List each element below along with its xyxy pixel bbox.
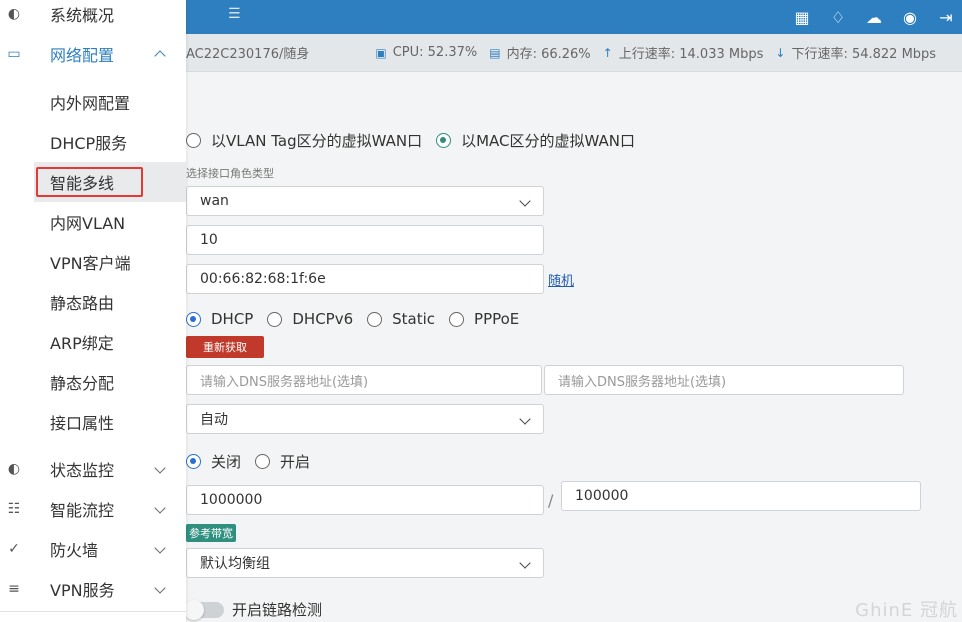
radio-dhcp[interactable]: [186, 311, 201, 327]
reference-bandwidth-button[interactable]: 参考带宽: [186, 524, 236, 542]
upload-stat: ↑ 上行速率: 14.033 Mbps: [602, 45, 764, 63]
dns1-input[interactable]: 请输入DNS服务器地址(选填): [186, 365, 542, 395]
highlight-box: [36, 167, 143, 197]
chevron-down-icon[interactable]: [154, 542, 166, 554]
chevron-up-icon[interactable]: [154, 50, 166, 62]
switch-on-option[interactable]: 开启: [255, 451, 310, 472]
sidebar-sub-item[interactable]: VPN客户端: [34, 242, 186, 282]
role-label: 选择接口角色类型: [186, 167, 274, 180]
link-detect-toggle[interactable]: 开启链路检测: [184, 599, 323, 620]
sidebar-sub-item[interactable]: 接口属性: [34, 402, 186, 442]
mem-stat: ▤ 内存: 66.26%: [489, 45, 591, 63]
header-icons: ▦ ♢ ☁ ◉ ⇥: [794, 0, 954, 34]
sidebar-sub-item[interactable]: 内网VLAN: [34, 202, 186, 242]
sliders-icon: ☷: [7, 501, 21, 517]
sidebar-item-overview[interactable]: ◐ 系统概况: [0, 0, 186, 34]
dns2-input[interactable]: 请输入DNS服务器地址(选填): [544, 365, 904, 395]
random-mac-link[interactable]: 随机: [548, 270, 574, 289]
sidebar-divider: [0, 611, 186, 612]
renew-button[interactable]: 重新获取: [186, 336, 264, 358]
cpu-stat: ▣ CPU: 52.37%: [375, 45, 478, 60]
sidebar-sub-item[interactable]: ARP绑定: [34, 322, 186, 362]
role-select[interactable]: wan: [186, 186, 544, 216]
radio-dhcpv6[interactable]: [267, 311, 283, 327]
download-stat: ↓ 下行速率: 54.822 Mbps: [775, 45, 937, 63]
sidebar: ◐ 系统概况 ▭ 网络配置 内外网配置 DHCP服务 智能多线 内网VLAN V…: [0, 0, 186, 622]
logout-icon[interactable]: ⇥: [938, 8, 954, 27]
link-detect-label: 开启链路检测: [232, 601, 323, 619]
device-id: AC22C230176/随身: [186, 47, 310, 62]
sidebar-item-vpn[interactable]: ≡ VPN服务: [0, 569, 186, 609]
switch-off-option[interactable]: 关闭: [186, 451, 241, 472]
proto-dhcp[interactable]: DHCP: [186, 310, 253, 328]
sidebar-sub-item[interactable]: 静态分配: [34, 362, 186, 402]
chevron-down-icon[interactable]: [154, 462, 166, 474]
globe-icon[interactable]: ◉: [902, 8, 918, 27]
sidebar-sub-item[interactable]: 内外网配置: [34, 82, 186, 122]
arrow-up-icon: ↑: [602, 45, 613, 60]
router-icon: ▭: [7, 46, 21, 62]
bandwidth-separator: /: [548, 491, 554, 510]
qrcode-icon[interactable]: ▦: [794, 8, 810, 27]
radio-mac[interactable]: [436, 133, 452, 148]
vlan-tag-option[interactable]: 以VLAN Tag区分的虚拟WAN口: [186, 130, 422, 151]
top-header: ☰ ▦ ♢ ☁ ◉ ⇥: [186, 0, 962, 34]
chevron-down-icon[interactable]: [154, 582, 166, 594]
radio-pppoe[interactable]: [449, 311, 465, 327]
cloud-icon[interactable]: ☁: [866, 8, 882, 27]
sidebar-item-firewall[interactable]: ✓ 防火墙: [0, 529, 186, 569]
memory-icon: ▤: [489, 45, 501, 60]
status-bar: AC22C230176/随身 ▣ CPU: 52.37% ▤ 内存: 66.26% …: [186, 34, 962, 72]
mac-input[interactable]: 00:66:82:68:1f:6e: [186, 264, 544, 294]
vlan-input[interactable]: 10: [186, 225, 544, 255]
vpn-icon: ≡: [8, 581, 20, 597]
sidebar-sub-item[interactable]: DHCP服务: [34, 122, 186, 162]
toggle-switch[interactable]: [184, 599, 224, 620]
switch-group: 关闭 开启: [186, 451, 324, 472]
main-content: 以VLAN Tag区分的虚拟WAN口 以MAC区分的虚拟WAN口 选择接口角色类…: [184, 72, 962, 622]
bandwidth-up-input[interactable]: 1000000: [186, 485, 544, 515]
radio-on[interactable]: [255, 454, 271, 469]
protocol-group: DHCP DHCPv6 Static PPPoE: [186, 310, 533, 328]
proto-static[interactable]: Static: [367, 310, 435, 328]
radio-static[interactable]: [367, 311, 383, 327]
sidebar-item-network[interactable]: ▭ 网络配置: [0, 34, 186, 74]
bandwidth-down-input[interactable]: 100000: [561, 481, 921, 511]
sidebar-sub-item[interactable]: 静态路由: [34, 282, 186, 322]
chevron-down-icon[interactable]: [154, 502, 166, 514]
proto-dhcpv6[interactable]: DHCPv6: [267, 310, 353, 328]
menu-icon[interactable]: ☰: [228, 6, 241, 22]
dashboard-icon: ◐: [7, 6, 21, 22]
sidebar-sub-item-selected[interactable]: 智能多线: [34, 162, 186, 202]
cpu-icon: ▣: [375, 45, 387, 60]
sidebar-item-flow-control[interactable]: ☷ 智能流控: [0, 489, 186, 529]
arrow-down-icon: ↓: [775, 45, 786, 60]
shield-icon: ✓: [8, 541, 20, 557]
mac-option[interactable]: 以MAC区分的虚拟WAN口: [436, 130, 635, 151]
balance-group-select[interactable]: 默认均衡组: [186, 548, 544, 578]
mtu-select[interactable]: 自动: [186, 404, 544, 434]
gauge-icon: ◐: [7, 461, 21, 477]
radio-off[interactable]: [186, 454, 201, 469]
bell-icon[interactable]: ♢: [830, 8, 846, 27]
radio-vlan-tag[interactable]: [186, 133, 201, 148]
sidebar-item-monitor[interactable]: ◐ 状态监控: [0, 449, 186, 489]
watermark-logo: GhinE 冠航: [855, 600, 958, 621]
wan-mode-group: 以VLAN Tag区分的虚拟WAN口 以MAC区分的虚拟WAN口: [186, 130, 649, 151]
proto-pppoe[interactable]: PPPoE: [449, 310, 519, 328]
